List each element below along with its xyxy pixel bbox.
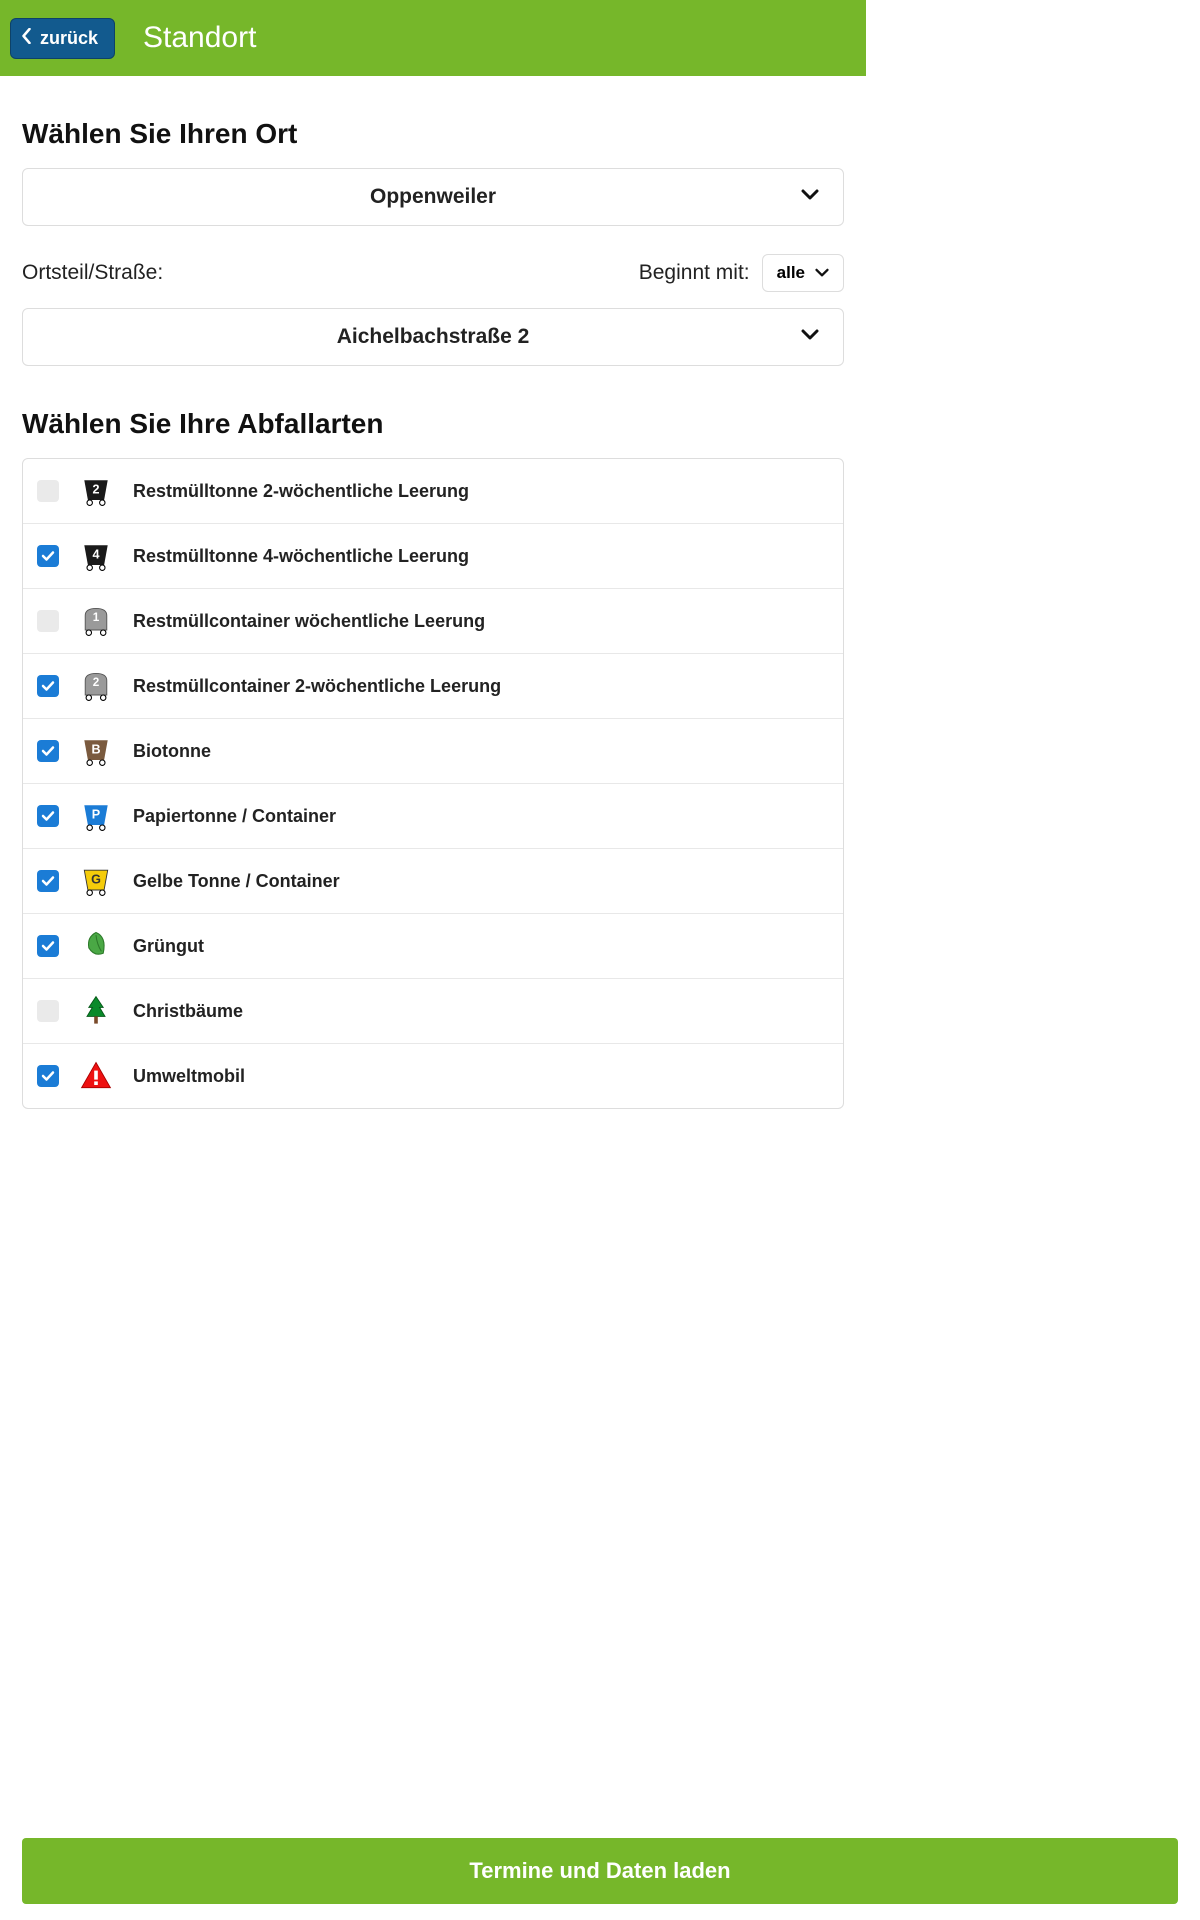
waste-item[interactable]: 4 Restmülltonne 4-wöchentliche Leerung bbox=[23, 524, 843, 589]
chevron-down-icon bbox=[801, 188, 819, 206]
begins-with-dropdown[interactable]: alle bbox=[762, 254, 844, 292]
back-button[interactable]: zurück bbox=[10, 18, 115, 59]
tree-icon bbox=[77, 992, 115, 1030]
begins-with-group: Beginnt mit: alle bbox=[639, 254, 844, 292]
waste-item[interactable]: G Gelbe Tonne / Container bbox=[23, 849, 843, 914]
waste-item-label: Restmülltonne 4-wöchentliche Leerung bbox=[133, 546, 469, 567]
checkbox[interactable] bbox=[37, 1000, 59, 1022]
svg-text:2: 2 bbox=[92, 483, 99, 497]
waste-item-label: Christbäume bbox=[133, 1001, 243, 1022]
place-dropdown-value: Oppenweiler bbox=[370, 185, 496, 209]
yellow-icon: G bbox=[77, 862, 115, 900]
waste-item-label: Restmüllcontainer 2-wöchentliche Leerung bbox=[133, 676, 501, 697]
waste-item[interactable]: 1 Restmüllcontainer wöchentliche Leerung bbox=[23, 589, 843, 654]
waste-item[interactable]: P Papiertonne / Container bbox=[23, 784, 843, 849]
svg-text:G: G bbox=[91, 873, 101, 887]
svg-text:P: P bbox=[92, 808, 100, 822]
street-dropdown[interactable]: Aichelbachstraße 2 bbox=[22, 308, 844, 366]
waste-item-label: Grüngut bbox=[133, 936, 204, 957]
waste-item[interactable]: 2 Restmüllcontainer 2-wöchentliche Leerun… bbox=[23, 654, 843, 719]
bin-4-icon: 4 bbox=[77, 537, 115, 575]
waste-section-title: Wählen Sie Ihre Abfallarten bbox=[22, 408, 844, 440]
chevron-down-icon bbox=[815, 263, 829, 283]
checkbox[interactable] bbox=[37, 480, 59, 502]
waste-item-label: Biotonne bbox=[133, 741, 211, 762]
bin-2-icon: 2 bbox=[77, 472, 115, 510]
load-dates-button[interactable]: Termine und Daten laden bbox=[22, 1838, 1178, 1904]
waste-item[interactable]: Umweltmobil bbox=[23, 1044, 843, 1108]
back-button-label: zurück bbox=[40, 28, 98, 49]
waste-item-label: Papiertonne / Container bbox=[133, 806, 336, 827]
checkbox[interactable] bbox=[37, 545, 59, 567]
page-title: Standort bbox=[143, 21, 256, 55]
waste-item-label: Umweltmobil bbox=[133, 1066, 245, 1087]
street-dropdown-value: Aichelbachstraße 2 bbox=[337, 325, 530, 349]
waste-item-label: Restmüllcontainer wöchentliche Leerung bbox=[133, 611, 485, 632]
waste-item-label: Restmülltonne 2-wöchentliche Leerung bbox=[133, 481, 469, 502]
checkbox[interactable] bbox=[37, 805, 59, 827]
checkbox[interactable] bbox=[37, 935, 59, 957]
location-section-title: Wählen Sie Ihren Ort bbox=[22, 118, 844, 150]
svg-text:2: 2 bbox=[93, 676, 100, 689]
waste-item[interactable]: B Biotonne bbox=[23, 719, 843, 784]
waste-item[interactable]: Christbäume bbox=[23, 979, 843, 1044]
paper-icon: P bbox=[77, 797, 115, 835]
container-2-icon: 2 bbox=[77, 667, 115, 705]
footer: Termine und Daten laden bbox=[22, 1838, 1178, 1904]
waste-item[interactable]: 2 Restmülltonne 2-wöchentliche Leerung bbox=[23, 459, 843, 524]
content: Wählen Sie Ihren Ort Oppenweiler Ortstei… bbox=[0, 76, 866, 1109]
begins-with-label: Beginnt mit: bbox=[639, 261, 750, 285]
leaf-icon bbox=[77, 927, 115, 965]
district-label: Ortsteil/Straße: bbox=[22, 261, 163, 285]
waste-item[interactable]: Grüngut bbox=[23, 914, 843, 979]
waste-item-label: Gelbe Tonne / Container bbox=[133, 871, 340, 892]
warning-icon bbox=[77, 1057, 115, 1095]
place-dropdown[interactable]: Oppenweiler bbox=[22, 168, 844, 226]
container-1-icon: 1 bbox=[77, 602, 115, 640]
bio-icon: B bbox=[77, 732, 115, 770]
begins-with-value: alle bbox=[777, 263, 805, 283]
svg-text:1: 1 bbox=[93, 611, 100, 624]
waste-list: 2 Restmülltonne 2-wöchentliche Leerung 4 Re… bbox=[22, 458, 844, 1109]
svg-text:B: B bbox=[91, 743, 100, 757]
checkbox[interactable] bbox=[37, 610, 59, 632]
checkbox[interactable] bbox=[37, 870, 59, 892]
app-header: zurück Standort bbox=[0, 0, 866, 76]
svg-text:4: 4 bbox=[92, 548, 99, 562]
checkbox[interactable] bbox=[37, 1065, 59, 1087]
district-row: Ortsteil/Straße: Beginnt mit: alle bbox=[22, 254, 844, 292]
chevron-left-icon bbox=[21, 28, 32, 49]
checkbox[interactable] bbox=[37, 675, 59, 697]
chevron-down-icon bbox=[801, 328, 819, 346]
checkbox[interactable] bbox=[37, 740, 59, 762]
